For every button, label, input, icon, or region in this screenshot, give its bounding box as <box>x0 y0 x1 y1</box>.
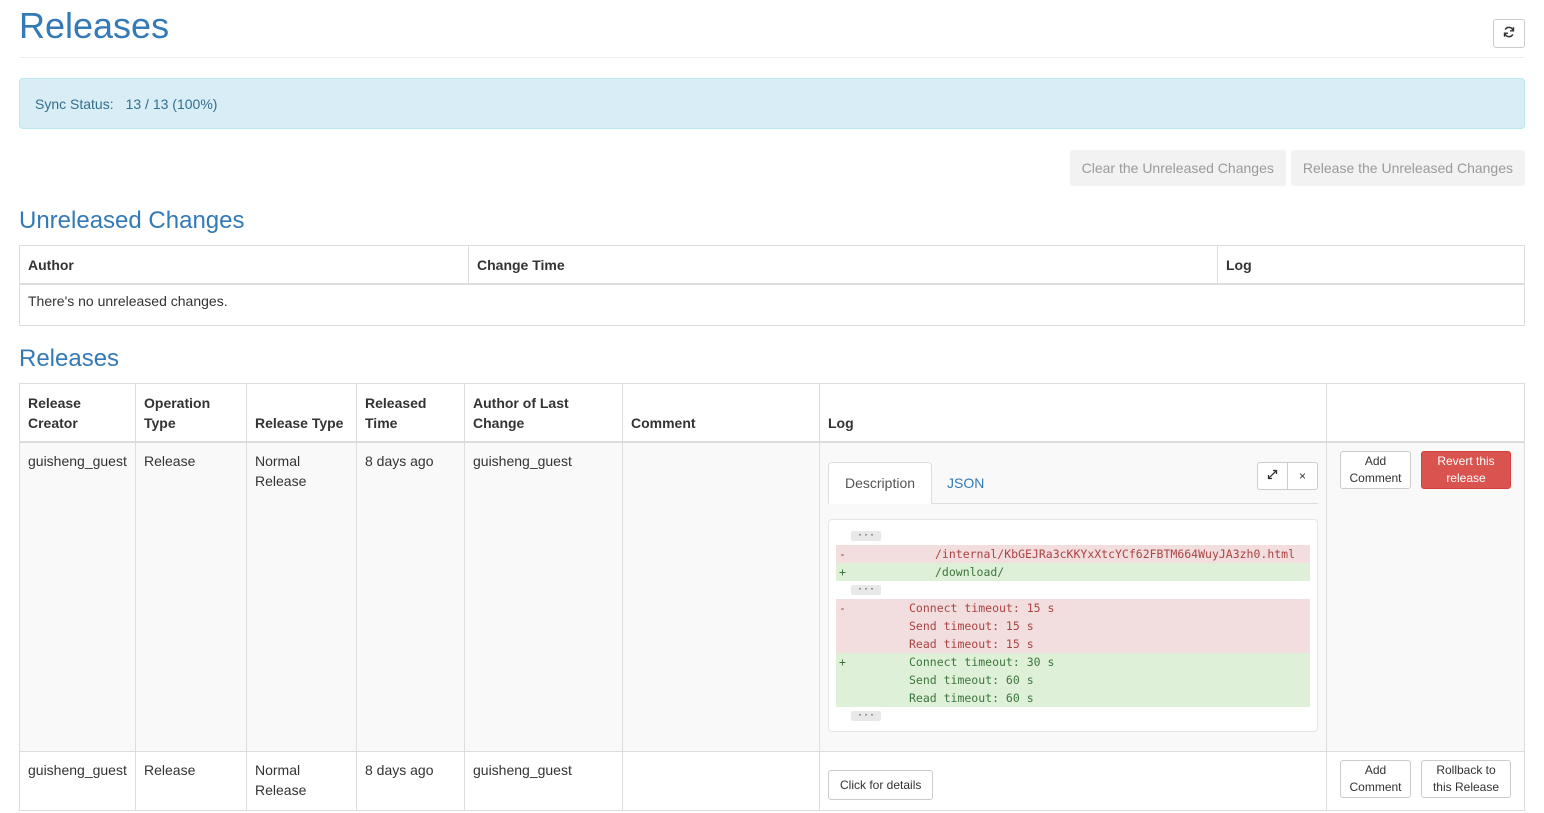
ellipsis-badge: ··· <box>851 584 882 595</box>
diff-marker: + <box>839 654 846 669</box>
clear-unreleased-button[interactable]: Clear the Unreleased Changes <box>1069 150 1286 186</box>
column-header: Log <box>1217 245 1525 285</box>
column-header <box>1326 383 1525 443</box>
ellipsis-badge: ··· <box>851 710 882 721</box>
diff-text: Send timeout: 15 s <box>909 618 1034 633</box>
diff-marker <box>836 635 856 653</box>
diff-line-removed: - Connect timeout: 15 s <box>836 598 1310 617</box>
add-comment-button[interactable]: Add Comment <box>1340 760 1411 798</box>
actions-cell: Add Comment Rollback to this Release <box>1326 751 1525 811</box>
releases-table: Release Creator Operation Type Release T… <box>19 383 1525 811</box>
author-of-last-change: guisheng_guest <box>464 441 623 752</box>
diff-marker: - <box>839 600 846 615</box>
author-of-last-change: guisheng_guest <box>464 751 623 811</box>
diff-marker: - <box>839 546 846 561</box>
comment <box>622 441 820 752</box>
diff-line-added: + /download/ <box>836 562 1310 581</box>
diff-ellipsis[interactable]: ··· <box>836 581 1310 599</box>
expand-icon <box>1267 466 1278 486</box>
column-header: Comment <box>622 383 820 443</box>
refresh-button[interactable] <box>1493 19 1525 48</box>
row-actions: Add Comment Rollback to this Release <box>1335 760 1516 798</box>
operation-type: Release <box>135 441 247 752</box>
release-creator: guisheng_guest <box>19 751 136 811</box>
unreleased-actions: Clear the Unreleased Changes Release the… <box>19 150 1525 186</box>
comment <box>622 751 820 811</box>
diff-marker <box>836 617 856 635</box>
diff-text: /download/ <box>935 564 1005 579</box>
sync-status-value: 13 / 13 (100%) <box>125 95 218 112</box>
diff-line-added: Send timeout: 60 s <box>836 670 1310 689</box>
diff-viewer: ··· - /internal/KbGEJRa3cKKYxXtcYCf62FBTM… <box>828 518 1318 732</box>
expand-button[interactable] <box>1257 461 1288 490</box>
diff-marker: + <box>839 564 846 579</box>
release-type: Normal Release <box>246 751 357 811</box>
diff-marker <box>836 671 856 689</box>
released-time: 8 days ago <box>356 751 465 811</box>
page-header: Releases <box>19 0 1525 58</box>
log-cell: Click for details <box>819 751 1327 811</box>
column-header: Change Time <box>468 245 1218 285</box>
unreleased-section-title: Unreleased Changes <box>19 207 245 234</box>
diff-text: Read timeout: 15 s <box>909 636 1034 651</box>
refresh-icon <box>1503 26 1515 41</box>
log-panel: Description JSON × ··· - /internal/KbGEJ… <box>828 451 1318 732</box>
sync-status-alert: Sync Status: 13 / 13 (100%) <box>19 78 1525 129</box>
ellipsis-badge: ··· <box>851 530 882 541</box>
tab-json[interactable]: JSON <box>931 462 1000 504</box>
diff-line-removed: Send timeout: 15 s <box>836 616 1310 635</box>
close-button[interactable]: × <box>1287 461 1318 490</box>
diff-ellipsis[interactable]: ··· <box>836 707 1310 725</box>
column-header: Author <box>19 245 469 285</box>
operation-type: Release <box>135 751 247 811</box>
actions-cell: Add Comment Revert this release <box>1326 441 1525 752</box>
diff-marker <box>836 689 856 707</box>
diff-text: Send timeout: 60 s <box>909 672 1034 687</box>
release-creator: guisheng_guest <box>19 441 136 752</box>
diff-line-added: + Connect timeout: 30 s <box>836 652 1310 671</box>
page-title: Releases <box>19 5 170 46</box>
close-icon: × <box>1298 468 1306 483</box>
column-header: Released Time <box>356 383 465 443</box>
revert-release-button[interactable]: Revert this release <box>1421 450 1511 489</box>
release-type: Normal Release <box>246 441 357 752</box>
row-actions: Add Comment Revert this release <box>1335 450 1516 489</box>
diff-text: /internal/KbGEJRa3cKKYxXtcYCf62FBTM664Wu… <box>935 546 1296 561</box>
table-row: guisheng_guest Release Normal Release 8 … <box>19 751 1525 811</box>
rollback-release-button[interactable]: Rollback to this Release <box>1421 760 1511 798</box>
sync-status-label: Sync Status: <box>35 95 114 112</box>
diff-line-removed: - /internal/KbGEJRa3cKKYxXtcYCf62FBTM664W… <box>836 544 1310 563</box>
add-comment-button[interactable]: Add Comment <box>1340 450 1411 489</box>
column-header: Author of Last Change <box>464 383 623 443</box>
column-header: Log <box>819 383 1327 443</box>
tab-description[interactable]: Description <box>828 461 933 504</box>
diff-line-removed: Read timeout: 15 s <box>836 634 1310 653</box>
unreleased-table: Author Change Time Log There's no unrele… <box>19 245 1525 326</box>
diff-text: Connect timeout: 30 s <box>909 654 1055 669</box>
column-header: Release Creator <box>19 383 136 443</box>
click-for-details-button[interactable]: Click for details <box>828 770 934 800</box>
diff-text: Connect timeout: 15 s <box>909 600 1055 615</box>
release-unreleased-button[interactable]: Release the Unreleased Changes <box>1290 150 1525 186</box>
log-cell: Description JSON × ··· - /internal/KbGEJ… <box>819 441 1327 752</box>
log-tools: × <box>1257 461 1318 490</box>
table-row: guisheng_guest Release Normal Release 8 … <box>19 441 1525 752</box>
releases-page: Releases Sync Status: 13 / 13 (100%) Cle… <box>0 0 1544 811</box>
empty-row: There's no unreleased changes. <box>19 283 1525 326</box>
column-header: Release Type <box>246 383 357 443</box>
diff-text: Read timeout: 60 s <box>909 690 1034 705</box>
diff-line-added: Read timeout: 60 s <box>836 688 1310 707</box>
releases-section-title: Releases <box>19 345 120 372</box>
column-header: Operation Type <box>135 383 247 443</box>
log-tabs: Description JSON × <box>828 461 1318 504</box>
diff-ellipsis[interactable]: ··· <box>836 527 1310 545</box>
released-time: 8 days ago <box>356 441 465 752</box>
empty-message: There's no unreleased changes. <box>19 283 1525 326</box>
